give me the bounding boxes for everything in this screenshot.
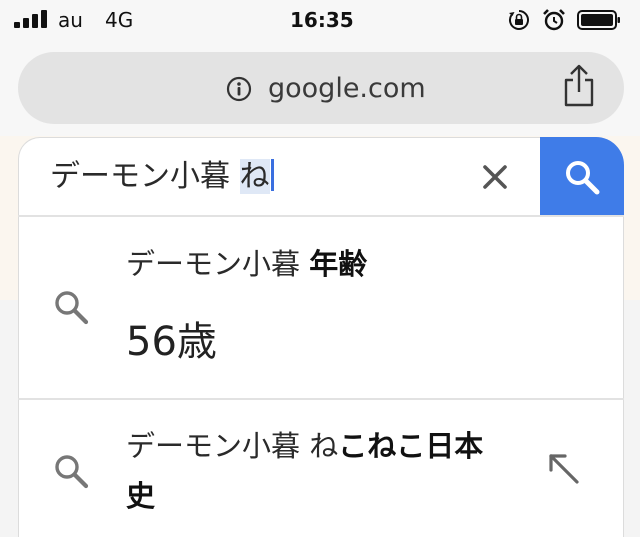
- search-icon: [566, 161, 600, 195]
- divider: [18, 215, 624, 217]
- suggestion-bold-text: こねこ日本: [338, 429, 484, 463]
- query-selected-text: ね: [239, 159, 270, 194]
- text-caret: [270, 159, 274, 191]
- info-icon[interactable]: [226, 76, 252, 102]
- suggestion-title-line-2: 史: [126, 476, 155, 516]
- status-bar: au 4G 16:35: [0, 0, 640, 40]
- suggestion-prefix: デーモン小暮 ね: [126, 429, 339, 463]
- address-domain[interactable]: google.com: [268, 73, 426, 105]
- signal-icon: [14, 10, 48, 28]
- fill-query-arrow-icon[interactable]: [545, 450, 583, 488]
- clock: 16:35: [290, 8, 354, 32]
- suggestion-answer: 56歳: [126, 319, 217, 365]
- alarm-icon: [543, 9, 565, 31]
- divider: [18, 398, 624, 400]
- suggestion-prefix: デーモン小暮: [126, 247, 310, 281]
- suggestion-title-line-1: デーモン小暮 ねこねこ日本: [126, 426, 483, 466]
- suggestion-title: デーモン小暮 年齢: [126, 244, 367, 284]
- search-icon: [55, 455, 89, 489]
- query-prefix: デーモン小暮: [50, 159, 240, 194]
- search-button[interactable]: [540, 137, 624, 216]
- orientation-lock-icon: [509, 10, 529, 30]
- battery-icon: [577, 10, 620, 30]
- search-query[interactable]: デーモン小暮 ね: [50, 158, 274, 196]
- network-label: 4G: [105, 8, 134, 32]
- clear-icon[interactable]: [481, 163, 509, 191]
- share-icon[interactable]: [561, 64, 597, 108]
- search-icon: [55, 291, 89, 325]
- suggestion-bold-text: 年齢: [309, 247, 368, 281]
- carrier-label: au: [58, 8, 83, 32]
- suggestion-bold-text: 史: [126, 479, 156, 513]
